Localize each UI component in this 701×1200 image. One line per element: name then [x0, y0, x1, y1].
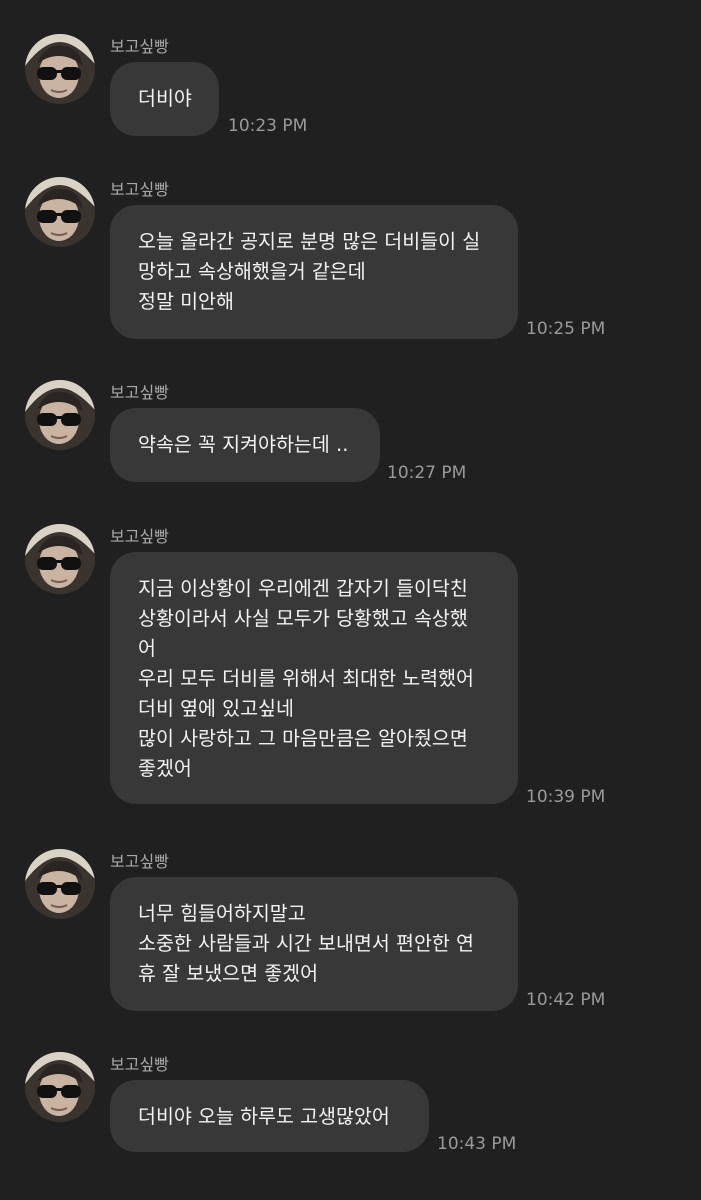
message-text-line: 상황이라서 사실 모두가 당황했고 속상했: [138, 607, 468, 630]
message-bubble[interactable]: 오늘 올라간 공지로 분명 많은 더비들이 실 망하고 속상해했을거 같은데 정…: [110, 205, 518, 339]
avatar[interactable]: [25, 177, 95, 247]
avatar-photo-icon: [25, 177, 95, 247]
message-timestamp: 10:43 PM: [437, 1134, 517, 1154]
message-bubble[interactable]: 지금 이상황이 우리에겐 갑자기 들이닥친 상황이라서 사실 모두가 당황했고 …: [110, 552, 518, 804]
chat-thread: 보고싶빵 더비야 10:23 PM 보고싶빵 오늘 올라간 공지로 분명 많은 …: [0, 0, 701, 1200]
avatar[interactable]: [25, 849, 95, 919]
message-text-line: 더비야: [138, 87, 192, 110]
message-text-line: 약속은 꼭 지켜야하는데 ..: [138, 433, 349, 456]
avatar-photo-icon: [25, 1052, 95, 1122]
message-text-line: 우리 모두 더비를 위해서 최대한 노력했어: [138, 667, 474, 690]
message-text-line: 정말 미안해: [138, 290, 234, 313]
avatar[interactable]: [25, 1052, 95, 1122]
sender-name: 보고싶빵: [110, 180, 169, 199]
avatar-photo-icon: [25, 380, 95, 450]
avatar-photo-icon: [25, 524, 95, 594]
message-bubble[interactable]: 너무 힘들어하지말고 소중한 사람들과 시간 보내면서 편안한 연 휴 잘 보냈…: [110, 877, 518, 1011]
message-text-line: 더비 옆에 있고싶네: [138, 697, 294, 720]
message-text-line: 망하고 속상해했을거 같은데: [138, 260, 366, 283]
avatar-photo-icon: [25, 34, 95, 104]
avatar[interactable]: [25, 34, 95, 104]
message-bubble[interactable]: 더비야: [110, 62, 219, 136]
sender-name: 보고싶빵: [110, 37, 169, 56]
message-timestamp: 10:42 PM: [526, 990, 606, 1010]
avatar[interactable]: [25, 380, 95, 450]
avatar[interactable]: [25, 524, 95, 594]
message-bubble[interactable]: 더비야 오늘 하루도 고생많았어: [110, 1080, 429, 1152]
message-text-line: 어: [138, 637, 156, 660]
message-text-line: 오늘 올라간 공지로 분명 많은 더비들이 실: [138, 230, 481, 253]
message-timestamp: 10:23 PM: [228, 116, 308, 136]
message-text-line: 더비야 오늘 하루도 고생많았어: [138, 1105, 390, 1128]
message-timestamp: 10:25 PM: [526, 319, 606, 339]
message-text-line: 지금 이상황이 우리에겐 갑자기 들이닥친: [138, 577, 468, 600]
message-text-line: 휴 잘 보냈으면 좋겠어: [138, 962, 319, 985]
message-text-line: 소중한 사람들과 시간 보내면서 편안한 연: [138, 932, 474, 955]
message-text-line: 너무 힘들어하지말고: [138, 902, 306, 925]
message-bubble[interactable]: 약속은 꼭 지켜야하는데 ..: [110, 408, 380, 482]
message-text-line: 좋겠어: [138, 757, 192, 780]
message-timestamp: 10:39 PM: [526, 787, 606, 807]
sender-name: 보고싶빵: [110, 852, 169, 871]
message-timestamp: 10:27 PM: [387, 463, 467, 483]
sender-name: 보고싶빵: [110, 383, 169, 402]
message-text-line: 많이 사랑하고 그 마음만큼은 알아줬으면: [138, 727, 468, 750]
avatar-photo-icon: [25, 849, 95, 919]
sender-name: 보고싶빵: [110, 527, 169, 546]
sender-name: 보고싶빵: [110, 1055, 169, 1074]
